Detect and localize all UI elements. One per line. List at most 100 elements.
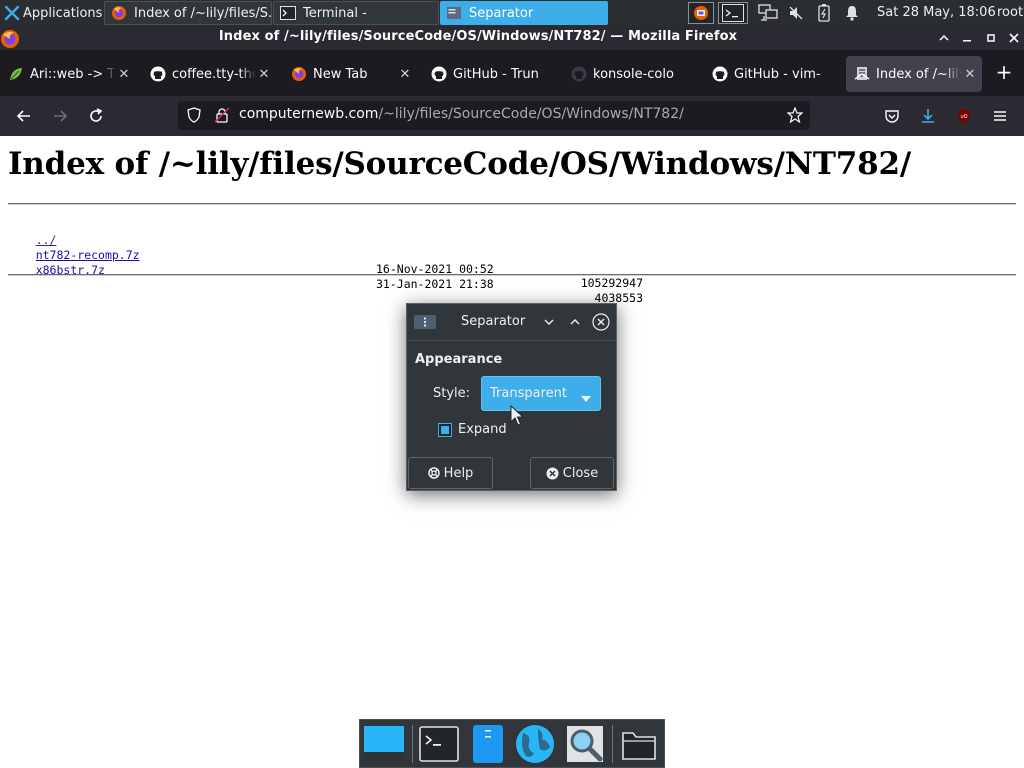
github-icon — [150, 66, 166, 82]
tab-label: Index of /~lily — [876, 66, 962, 82]
style-dropdown[interactable]: Transparent — [481, 376, 601, 411]
divider — [8, 203, 1016, 205]
app-finder-icon[interactable] — [564, 723, 606, 765]
close-button[interactable]: Close — [530, 457, 614, 489]
url-text[interactable]: computernewb.com/~lily/files/SourceCode/… — [239, 106, 684, 122]
close-button-label: Close — [562, 465, 599, 481]
github-icon — [431, 66, 447, 82]
lock-icon[interactable] — [214, 107, 230, 127]
dialog-titlebar[interactable]: Separator — [407, 304, 616, 341]
tab[interactable]: New Tab ✕ — [283, 56, 417, 92]
window-shade-icon[interactable] — [936, 30, 952, 46]
tab-label: konsole-colo — [593, 66, 674, 82]
back-icon[interactable] — [12, 104, 36, 128]
applications-menu[interactable]: Applications ⋮ — [0, 0, 102, 26]
style-label: Style: — [433, 386, 471, 401]
help-button[interactable]: Help — [408, 457, 493, 489]
reload-icon[interactable] — [84, 104, 108, 128]
window-close-icon[interactable] — [1006, 30, 1022, 46]
tray-app-icon[interactable] — [688, 2, 714, 24]
panel-icon — [446, 5, 462, 21]
hamburger-menu-icon[interactable] — [988, 104, 1012, 128]
folder-icon[interactable] — [618, 723, 660, 765]
page-icon — [854, 66, 870, 82]
firefox-titlebar: Index of /~lily/files/SourceCode/OS/Wind… — [0, 26, 1024, 50]
help-icon — [427, 467, 440, 479]
tab-label: GitHub - Trun — [453, 66, 539, 82]
tracking-protection-shield-icon[interactable] — [186, 107, 202, 127]
expand-label[interactable]: Expand — [458, 422, 507, 437]
tray-terminal-icon[interactable] — [718, 2, 748, 24]
style-selected-value: Transparent — [490, 386, 567, 401]
tab-close-icon[interactable]: ✕ — [256, 67, 272, 82]
taskbar-item-label: Separator — [469, 5, 534, 21]
expand-checkbox[interactable] — [438, 423, 452, 437]
file-manager-icon[interactable] — [467, 723, 509, 765]
chevron-down-icon[interactable] — [541, 314, 557, 330]
firefox-icon — [291, 66, 307, 82]
github-icon — [712, 66, 728, 82]
user-name[interactable]: root — [997, 0, 1023, 26]
download-icon[interactable] — [916, 104, 940, 128]
tab[interactable]: konsole-colo — [563, 56, 697, 92]
tab-label: New Tab — [313, 66, 368, 82]
bottom-dock — [359, 719, 665, 768]
tab[interactable]: coffee.tty-the ✕ — [142, 56, 276, 92]
tab-label: GitHub - vim- — [734, 66, 821, 82]
tab-close-icon[interactable]: ✕ — [397, 67, 413, 82]
window-menu-icon[interactable] — [414, 315, 436, 329]
taskbar-item-label: Terminal - — [303, 5, 367, 21]
svg-text:uO: uO — [960, 114, 967, 120]
appearance-heading: Appearance — [415, 352, 503, 367]
dialog-title: Separator — [461, 314, 526, 329]
tab-bar: Ari::web -> TTY ✕ coffee.tty-the ✕ New T… — [0, 50, 1024, 96]
notification-bell-icon[interactable] — [840, 2, 864, 24]
ublock-origin-icon[interactable]: uO — [952, 104, 976, 128]
tab[interactable]: Ari::web -> TTY ✕ — [0, 56, 136, 92]
battery-icon[interactable] — [812, 2, 836, 24]
applications-label: Applications — [23, 5, 102, 21]
chevron-up-icon[interactable] — [567, 314, 583, 330]
bookmark-star-icon[interactable] — [786, 106, 804, 127]
volume-muted-icon[interactable] — [784, 2, 808, 24]
leaf-icon — [8, 66, 24, 82]
taskbar-item-firefox[interactable]: Index of /~lily/files/S... — [104, 1, 272, 25]
taskbar-item-terminal[interactable]: Terminal - — [273, 1, 439, 25]
file-date: 31-Jan-2021 21:38 — [376, 277, 494, 291]
github-dark-icon — [571, 66, 587, 82]
tab-label: Ari::web -> TTY — [30, 66, 116, 82]
window-maximize-icon[interactable] — [983, 30, 999, 46]
tab[interactable]: GitHub - vim- — [704, 56, 838, 92]
new-tab-button[interactable]: + — [994, 62, 1014, 84]
forward-icon[interactable] — [48, 104, 72, 128]
web-browser-icon[interactable] — [514, 723, 556, 765]
taskbar-item-separator[interactable]: Separator — [440, 1, 608, 25]
show-desktop-icon[interactable] — [363, 723, 405, 765]
clock[interactable]: Sat 28 May, 18:06 — [877, 0, 996, 26]
dock-separator — [412, 725, 413, 763]
xfce-logo-icon — [4, 5, 20, 21]
top-panel: Applications ⋮ Index of /~lily/files/S..… — [0, 0, 1024, 26]
close-circle-icon — [546, 467, 559, 480]
dialog-close-icon[interactable] — [592, 313, 610, 331]
terminal-icon — [280, 5, 296, 21]
dock-separator — [612, 725, 613, 763]
tab[interactable]: GitHub - Trun — [423, 56, 557, 92]
taskbar-item-label: Index of /~lily/files/S... — [134, 5, 272, 21]
tab-close-icon[interactable]: ✕ — [962, 67, 978, 82]
tab-close-icon[interactable]: ✕ — [116, 67, 132, 82]
firefox-icon — [111, 5, 127, 21]
pocket-icon[interactable] — [880, 104, 904, 128]
url-bar[interactable]: computernewb.com/~lily/files/SourceCode/… — [178, 101, 810, 130]
help-button-label: Help — [443, 465, 474, 481]
system-tray — [686, 0, 866, 26]
tab-selected[interactable]: Index of /~lily ✕ — [846, 56, 982, 92]
terminal-icon[interactable] — [418, 723, 460, 765]
page-title: Index of /~lily/files/SourceCode/OS/Wind… — [8, 146, 912, 182]
network-icon[interactable] — [756, 2, 780, 24]
window-minimize-icon[interactable] — [959, 30, 975, 46]
url-host: computernewb.com — [239, 106, 379, 122]
url-path: /~lily/files/SourceCode/OS/Windows/NT782… — [378, 106, 684, 122]
tab-label: coffee.tty-the — [172, 66, 256, 82]
mouse-cursor-icon — [510, 404, 525, 431]
